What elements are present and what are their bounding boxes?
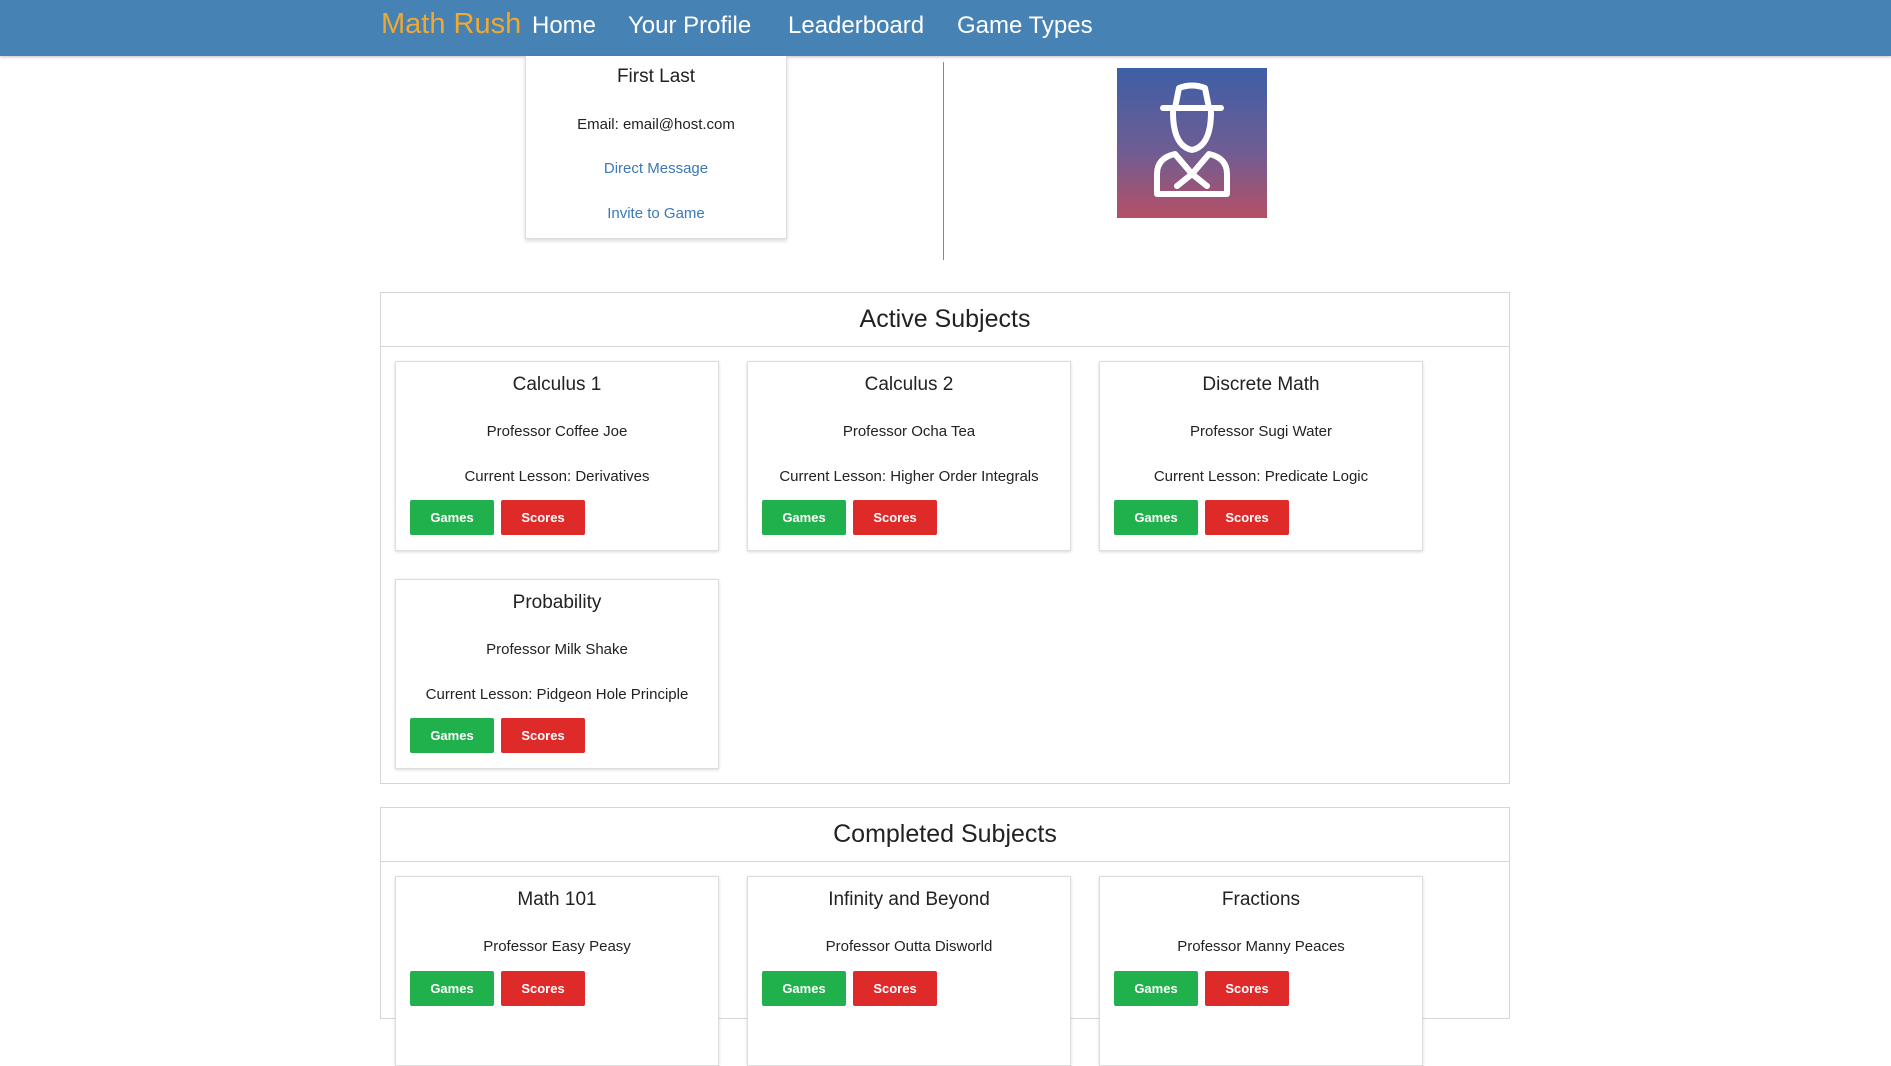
games-button[interactable]: Games <box>762 971 846 1006</box>
subject-professor: Professor Outta Disworld <box>825 938 993 955</box>
profile-divider <box>943 62 944 260</box>
subject-card: Probability Professor Milk Shake Current… <box>395 579 719 769</box>
brand-logo[interactable]: Math Rush <box>381 8 521 41</box>
scores-button[interactable]: Scores <box>1205 500 1289 535</box>
subject-card: Calculus 1 Professor Coffee Joe Current … <box>395 361 719 551</box>
games-button[interactable]: Games <box>1114 971 1198 1006</box>
top-navbar: Math Rush Home Your Profile Leaderboard … <box>0 0 1891 56</box>
subject-professor: Professor Ocha Tea <box>842 423 976 440</box>
subject-title: Fractions <box>1221 889 1301 910</box>
detective-user-icon <box>1154 82 1230 197</box>
subject-title: Infinity and Beyond <box>828 889 990 910</box>
active-subjects-title: Active Subjects <box>381 293 1509 347</box>
games-button[interactable]: Games <box>410 718 494 753</box>
games-button[interactable]: Games <box>410 500 494 535</box>
subject-card: Infinity and Beyond Professor Outta Disw… <box>747 876 1071 1066</box>
subject-professor: Professor Milk Shake <box>486 641 628 658</box>
nav-leaderboard[interactable]: Leaderboard <box>788 12 924 40</box>
subject-lesson: Current Lesson: Pidgeon Hole Principle <box>425 686 689 703</box>
subject-title: Discrete Math <box>1202 374 1320 395</box>
profile-email: Email: email@host.com <box>577 116 735 133</box>
subject-lesson: Current Lesson: Derivatives <box>464 468 650 485</box>
subject-title: Probability <box>512 592 602 613</box>
subject-title: Math 101 <box>517 889 597 910</box>
subject-card: Discrete Math Professor Sugi Water Curre… <box>1099 361 1423 551</box>
nav-home[interactable]: Home <box>532 12 596 40</box>
active-subjects-section: Active Subjects Calculus 1 Professor Cof… <box>380 292 1510 784</box>
completed-subjects-section: Completed Subjects Math 101 Professor Ea… <box>380 807 1510 1066</box>
completed-subjects-title: Completed Subjects <box>381 808 1509 862</box>
scores-button[interactable]: Scores <box>501 500 585 535</box>
games-button[interactable]: Games <box>1114 500 1198 535</box>
subject-card: Math 101 Professor Easy Peasy Games Scor… <box>395 876 719 1066</box>
nav-game-types[interactable]: Game Types <box>957 12 1093 40</box>
scores-button[interactable]: Scores <box>501 718 585 753</box>
subject-title: Calculus 2 <box>864 374 954 395</box>
subject-professor: Professor Easy Peasy <box>483 938 631 955</box>
subject-professor: Professor Sugi Water <box>1190 423 1332 440</box>
scores-button[interactable]: Scores <box>1205 971 1289 1006</box>
profile-card: First Last Email: email@host.com Direct … <box>525 56 787 239</box>
subject-lesson: Current Lesson: Predicate Logic <box>1153 468 1369 485</box>
nav-your-profile[interactable]: Your Profile <box>628 12 751 40</box>
scores-button[interactable]: Scores <box>853 500 937 535</box>
subject-professor: Professor Manny Peaces <box>1177 938 1345 955</box>
subject-card: Fractions Professor Manny Peaces Games S… <box>1099 876 1423 1066</box>
invite-to-game-link[interactable]: Invite to Game <box>526 205 786 222</box>
direct-message-link[interactable]: Direct Message <box>526 160 786 177</box>
avatar <box>1117 68 1267 218</box>
profile-name: First Last <box>616 66 696 87</box>
subject-card: Calculus 2 Professor Ocha Tea Current Le… <box>747 361 1071 551</box>
games-button[interactable]: Games <box>762 500 846 535</box>
games-button[interactable]: Games <box>410 971 494 1006</box>
subject-title: Calculus 1 <box>512 374 602 395</box>
scores-button[interactable]: Scores <box>501 971 585 1006</box>
scores-button[interactable]: Scores <box>853 971 937 1006</box>
subject-lesson: Current Lesson: Higher Order Integrals <box>779 468 1039 485</box>
subject-professor: Professor Coffee Joe <box>486 423 628 440</box>
